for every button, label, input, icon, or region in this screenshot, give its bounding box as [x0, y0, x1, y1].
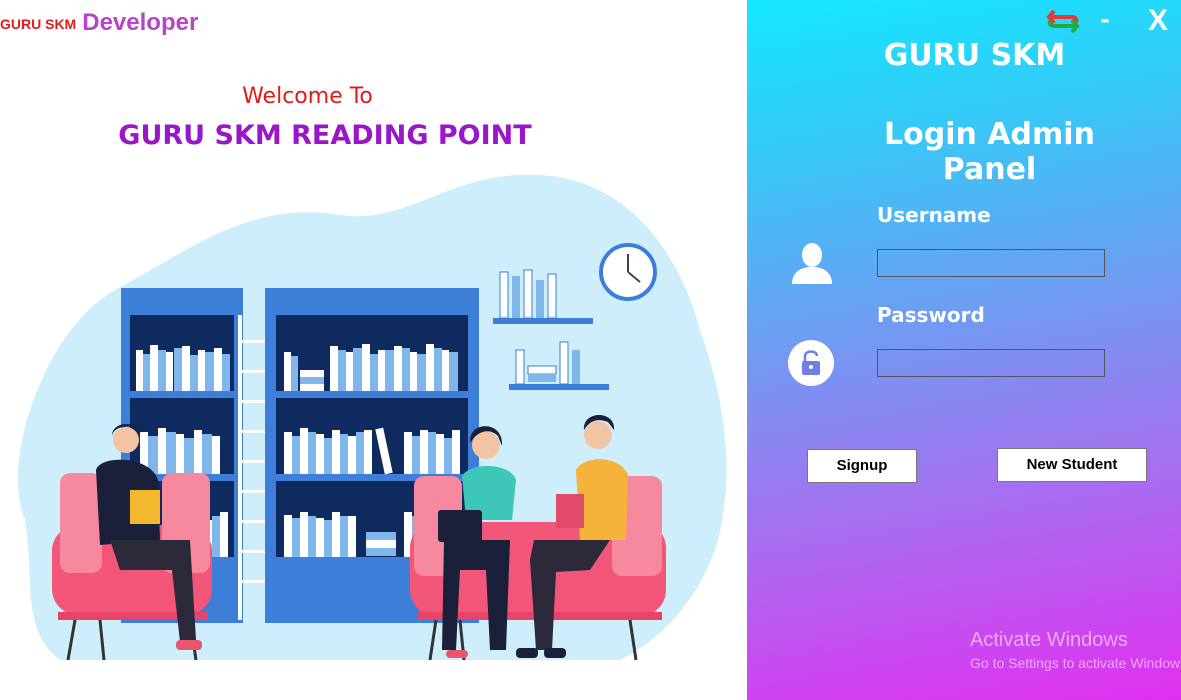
shelf-book: [527, 365, 557, 375]
welcome-text: Welcome To: [242, 84, 373, 109]
close-button[interactable]: X: [1145, 4, 1171, 38]
new-student-button[interactable]: New Student: [997, 448, 1147, 482]
shelf-book: [572, 350, 580, 384]
page-title: GURU SKM READING POINT: [118, 120, 532, 151]
password-label: Password: [877, 303, 985, 327]
shelf-book: [515, 349, 525, 385]
library-illustration: [18, 174, 727, 661]
signup-button[interactable]: Signup: [807, 449, 917, 483]
shelf-book: [512, 276, 520, 318]
activate-windows-title: Activate Windows: [970, 629, 1128, 651]
shelf-book: [559, 341, 569, 385]
username-label: Username: [877, 203, 991, 227]
panel-title: Login Admin Panel: [884, 117, 1095, 187]
login-panel: - X GURU SKM Login Admin Panel Username …: [747, 0, 1181, 700]
shelf-book: [536, 280, 544, 318]
brand-small-text: GURU SKM: [0, 16, 77, 32]
minimize-button[interactable]: -: [1096, 2, 1114, 36]
username-input[interactable]: [877, 249, 1105, 277]
shelf-book: [523, 269, 533, 319]
activate-windows-subtitle: Go to Settings to activate Windows.: [970, 655, 1181, 671]
lock-icon: [788, 340, 834, 386]
left-panel: GURU SKM Developer Welcome To GURU SKM RE…: [0, 0, 747, 700]
brand-developer-text: Developer: [82, 9, 199, 36]
shelf-book: [499, 271, 509, 319]
brand: GURU SKM Developer: [0, 8, 198, 36]
swap-arrows-icon[interactable]: [1046, 6, 1080, 36]
wall-shelf-top: [493, 318, 593, 324]
password-input[interactable]: [877, 349, 1105, 377]
wall-shelf-bottom: [509, 384, 609, 390]
app-name: GURU SKM: [883, 38, 1066, 73]
shelf-book: [547, 273, 557, 319]
ladder-rail: [238, 315, 242, 620]
user-icon: [792, 243, 832, 284]
shelf-book: [528, 374, 556, 382]
